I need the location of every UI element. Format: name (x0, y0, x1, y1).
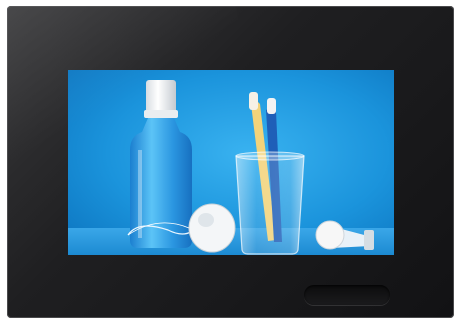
display-screen (68, 70, 394, 255)
toothbrushes-in-glass (235, 92, 305, 255)
toothpaste-tube (315, 220, 374, 250)
dental-care-photo (68, 80, 394, 255)
display-device-frame (7, 6, 454, 318)
home-button[interactable] (304, 285, 390, 305)
